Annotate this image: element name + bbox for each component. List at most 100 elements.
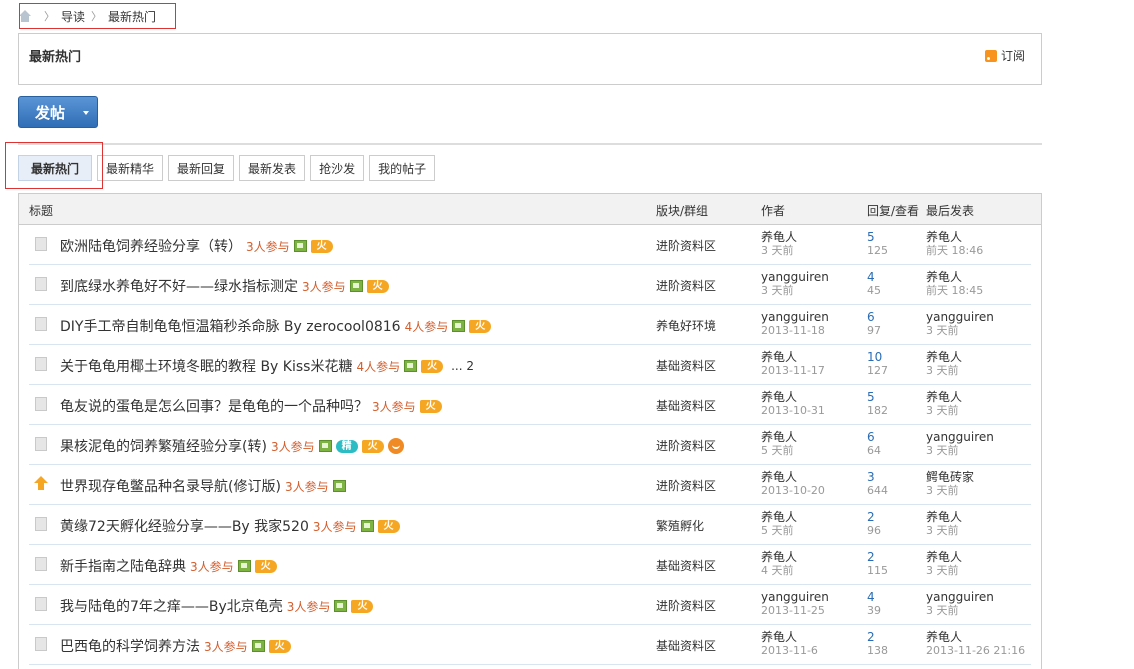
reply-count[interactable]: 6: [867, 430, 881, 444]
thread-title-link[interactable]: 关于龟龟用椰土环境冬眠的教程 By Kiss米花糖: [60, 356, 352, 376]
page-links[interactable]: ... 2: [451, 359, 474, 373]
view-count: 125: [867, 244, 888, 257]
thread-title-link[interactable]: 果核泥龟的饲养繁殖经验分享(转): [60, 436, 267, 456]
reply-count[interactable]: 4: [867, 270, 881, 284]
table-row[interactable]: 龟友说的蛋龟是怎么回事？是龟龟的一个品种吗？ 3人参与火基础资料区 养龟人 2013-…: [29, 385, 1031, 425]
forum-link[interactable]: 进阶资料区: [656, 477, 716, 494]
subscribe-link[interactable]: 订阅: [984, 47, 1025, 64]
forum-link[interactable]: 繁殖孵化: [656, 517, 704, 534]
reply-count[interactable]: 5: [867, 230, 888, 244]
last-poster-link[interactable]: 养龟人: [926, 510, 962, 524]
reply-count[interactable]: 6: [867, 310, 881, 324]
reply-count[interactable]: 10: [867, 350, 888, 364]
author-cell: yangguiren 3 天前: [761, 270, 829, 298]
table-row[interactable]: 黄缘72天孵化经验分享——By 我家520 3人参与火繁殖孵化 养龟人 5 天前 2 96…: [29, 505, 1031, 545]
last-poster-link[interactable]: 养龟人: [926, 630, 1025, 644]
table-row[interactable]: 世界现存龟鳖品种名录导航(修订版) 3人参与 进阶资料区 养龟人 2013-10-20 3…: [29, 465, 1031, 505]
thread-title-link[interactable]: 龟友说的蛋龟是怎么回事？是龟龟的一个品种吗？: [60, 396, 368, 416]
last-post-time[interactable]: 3 天前: [926, 524, 962, 538]
last-post-time[interactable]: 3 天前: [926, 604, 994, 618]
table-row[interactable]: 到底绿水养龟好不好——绿水指标测定 3人参与 火 进阶资料区 yangguiren 3 天…: [29, 265, 1031, 305]
last-post-time[interactable]: 3 天前: [926, 404, 962, 418]
last-post-time[interactable]: 3 天前: [926, 564, 962, 578]
author-link[interactable]: 养龟人: [761, 390, 825, 404]
smile-icon: [387, 438, 404, 454]
author-link[interactable]: 养龟人: [761, 550, 797, 564]
forum-link[interactable]: 基础资料区: [656, 557, 716, 574]
page-title: 最新热门: [29, 50, 82, 65]
thread-title-link[interactable]: DIY手工帝自制龟龟恒温箱秒杀命脉 By zerocool0816: [60, 316, 401, 336]
author-cell: 养龟人 4 天前: [761, 550, 797, 578]
table-row[interactable]: DIY手工帝自制龟龟恒温箱秒杀命脉 By zerocool0816 4人参与 火 养龟…: [29, 305, 1031, 345]
last-post-time[interactable]: 2013-11-26 21:16: [926, 644, 1025, 658]
thread-title-link[interactable]: 世界现存龟鳖品种名录导航(修订版): [60, 476, 281, 496]
author-link[interactable]: 养龟人: [761, 350, 825, 364]
view-count: 97: [867, 324, 881, 337]
forum-link[interactable]: 基础资料区: [656, 637, 716, 654]
last-poster-link[interactable]: yangguiren: [926, 430, 994, 444]
thread-title-link[interactable]: 欧洲陆龟饲养经验分享（转）: [60, 236, 242, 256]
tab-latest-digest[interactable]: 最新精华: [97, 155, 164, 181]
last-poster-link[interactable]: 养龟人: [926, 230, 983, 244]
author-link[interactable]: yangguiren: [761, 310, 829, 324]
author-link[interactable]: 养龟人: [761, 470, 825, 484]
last-post-time[interactable]: 前天 18:45: [926, 284, 983, 298]
new-post-button[interactable]: 发帖: [18, 96, 98, 128]
author-link[interactable]: yangguiren: [761, 270, 829, 284]
hot-icon: 火: [366, 279, 389, 293]
forum-link[interactable]: 进阶资料区: [656, 237, 716, 254]
table-row[interactable]: 新手指南之陆龟辞典 3人参与火基础资料区 养龟人 4 天前 2 115 养龟人 3 天前: [29, 545, 1031, 585]
forum-link[interactable]: 基础资料区: [656, 357, 716, 374]
tab-sofa[interactable]: 抢沙发: [310, 155, 365, 181]
thread-title-link[interactable]: 我与陆龟的7年之痒——By北京龟壳: [60, 596, 283, 616]
author-link[interactable]: 养龟人: [761, 230, 797, 244]
reply-count[interactable]: 2: [867, 630, 888, 644]
thread-icon: [35, 397, 47, 411]
stats-cell: 4 45: [867, 270, 881, 298]
author-link[interactable]: 养龟人: [761, 630, 818, 644]
thread-title-link[interactable]: 黄缘72天孵化经验分享——By 我家520: [60, 516, 309, 536]
forum-link[interactable]: 养龟好环境: [656, 317, 716, 334]
last-post-time[interactable]: 3 天前: [926, 364, 962, 378]
table-row[interactable]: 关于龟龟用椰土环境冬眠的教程 By Kiss米花糖 4人参与 火 ... 2 基础资料区…: [29, 345, 1031, 385]
forum-link[interactable]: 进阶资料区: [656, 597, 716, 614]
last-post-time[interactable]: 3 天前: [926, 444, 994, 458]
thread-title-link[interactable]: 到底绿水养龟好不好——绿水指标测定: [60, 276, 298, 296]
table-row[interactable]: 巴西龟的科学饲养方法 3人参与火基础资料区 养龟人 2013-11-6 2 138 养龟人 2…: [29, 625, 1031, 665]
tab-latest-posted[interactable]: 最新发表: [239, 155, 306, 181]
last-poster-link[interactable]: 养龟人: [926, 550, 962, 564]
last-post-time[interactable]: 前天 18:46: [926, 244, 983, 258]
forum-link[interactable]: 进阶资料区: [656, 277, 716, 294]
author-link[interactable]: 养龟人: [761, 510, 797, 524]
author-link[interactable]: 养龟人: [761, 430, 797, 444]
image-attachment-icon: [332, 480, 346, 492]
last-poster-link[interactable]: 养龟人: [926, 350, 962, 364]
tab-my-posts[interactable]: 我的帖子: [369, 155, 436, 181]
last-post-cell: 养龟人 3 天前: [926, 390, 962, 418]
author-time: 4 天前: [761, 564, 794, 577]
forum-link[interactable]: 进阶资料区: [656, 437, 716, 454]
last-post-time[interactable]: 3 天前: [926, 324, 994, 338]
forum-link[interactable]: 基础资料区: [656, 397, 716, 414]
thread-title-link[interactable]: 巴西龟的科学饲养方法: [60, 636, 200, 656]
last-poster-link[interactable]: yangguiren: [926, 310, 994, 324]
tab-latest-reply[interactable]: 最新回复: [168, 155, 235, 181]
thread-icon: [35, 437, 47, 451]
table-row[interactable]: 果核泥龟的饲养繁殖经验分享(转) 3人参与 精火 进阶资料区 养龟人 5 天前 6 64 yan…: [29, 425, 1031, 465]
last-post-time[interactable]: 3 天前: [926, 484, 974, 498]
last-poster-link[interactable]: 养龟人: [926, 390, 962, 404]
table-row[interactable]: 欧洲陆龟饲养经验分享（转） 3人参与火进阶资料区 养龟人 3 天前 5 125 养龟人 前天 …: [29, 225, 1031, 265]
reply-count[interactable]: 5: [867, 390, 888, 404]
thread-title-link[interactable]: 新手指南之陆龟辞典: [60, 556, 186, 576]
image-attachment-icon: [251, 640, 265, 652]
reply-count[interactable]: 2: [867, 550, 888, 564]
last-poster-link[interactable]: yangguiren: [926, 590, 994, 604]
reply-count[interactable]: 2: [867, 510, 881, 524]
table-row[interactable]: 我与陆龟的7年之痒——By北京龟壳 3人参与火进阶资料区 yangguiren 201…: [29, 585, 1031, 625]
view-count: 138: [867, 644, 888, 657]
author-link[interactable]: yangguiren: [761, 590, 829, 604]
reply-count[interactable]: 4: [867, 590, 881, 604]
reply-count[interactable]: 3: [867, 470, 888, 484]
last-poster-link[interactable]: 鳄龟砖家: [926, 470, 974, 484]
last-poster-link[interactable]: 养龟人: [926, 270, 983, 284]
